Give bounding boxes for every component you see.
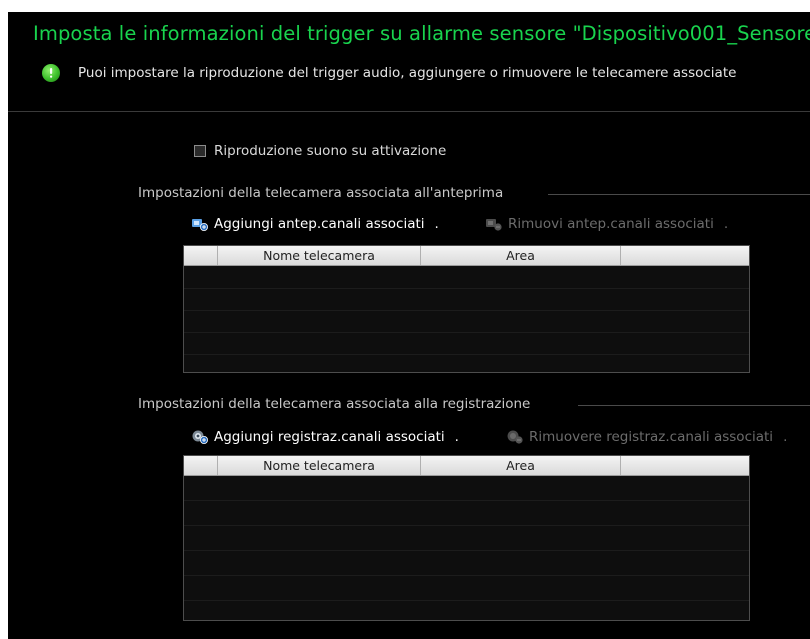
remove-camera-icon [486, 217, 502, 231]
remove-record-channels-button[interactable]: Rimuovere registraz.canali associati . [507, 429, 787, 445]
preview-section-label: Impostazioni della telecamera associata … [138, 185, 504, 201]
add-preview-channels-label: Aggiungi antep.canali associati [214, 216, 425, 232]
info-icon [42, 64, 60, 82]
separator-dot: . [454, 429, 459, 445]
table-header: Nome telecamera Area [184, 456, 749, 476]
separator-dot: . [434, 216, 439, 232]
table-row [184, 525, 749, 526]
table-row [184, 354, 749, 355]
add-camera-icon [192, 217, 208, 231]
record-camera-table: Nome telecamera Area [183, 455, 750, 621]
add-record-icon [192, 430, 208, 444]
separator-dot: . [783, 429, 788, 445]
table-row [184, 310, 749, 311]
add-record-channels-button[interactable]: Aggiungi registraz.canali associati . [192, 429, 459, 445]
column-header-select[interactable] [184, 246, 218, 265]
trigger-settings-dialog: Imposta le informazioni del trigger su a… [8, 12, 810, 639]
remove-preview-channels-label: Rimuovi antep.canali associati [508, 216, 714, 232]
column-header-camera-name[interactable]: Nome telecamera [218, 456, 421, 475]
preview-section-divider [548, 194, 810, 195]
dialog-subtitle: Puoi impostare la riproduzione del trigg… [78, 65, 737, 81]
table-row [184, 332, 749, 333]
table-row [184, 500, 749, 501]
remove-record-icon [507, 430, 523, 444]
column-header-camera-name[interactable]: Nome telecamera [218, 246, 421, 265]
table-header: Nome telecamera Area [184, 246, 749, 266]
table-row [184, 575, 749, 576]
audio-trigger-checkbox[interactable] [194, 145, 206, 157]
record-section-label: Impostazioni della telecamera associata … [138, 396, 531, 412]
table-row [184, 288, 749, 289]
column-header-area[interactable]: Area [421, 456, 621, 475]
table-row [184, 550, 749, 551]
dialog-title: Imposta le informazioni del trigger su a… [33, 22, 810, 45]
header-divider [8, 111, 810, 112]
record-section-divider [578, 405, 810, 406]
column-header-select[interactable] [184, 456, 218, 475]
preview-camera-table: Nome telecamera Area [183, 245, 750, 373]
add-preview-channels-button[interactable]: Aggiungi antep.canali associati . [192, 216, 439, 232]
remove-record-channels-label: Rimuovere registraz.canali associati [529, 429, 774, 445]
remove-preview-channels-button[interactable]: Rimuovi antep.canali associati . [486, 216, 728, 232]
separator-dot: . [723, 216, 729, 232]
table-row [184, 600, 749, 601]
column-header-extra[interactable] [621, 456, 749, 475]
add-record-channels-label: Aggiungi registraz.canali associati [214, 429, 445, 445]
column-header-extra[interactable] [621, 246, 749, 265]
audio-trigger-label[interactable]: Riproduzione suono su attivazione [214, 143, 446, 159]
column-header-area[interactable]: Area [421, 246, 621, 265]
